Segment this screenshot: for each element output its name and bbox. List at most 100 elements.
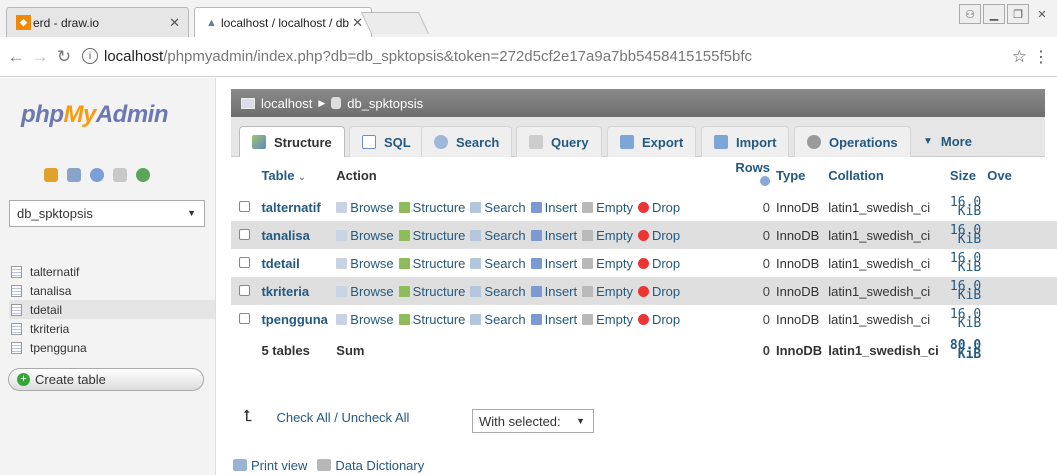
action-search-link[interactable]: Search — [470, 200, 526, 215]
row-size[interactable]: 16.0 KiB — [946, 277, 985, 305]
tree-item-tanalisa[interactable]: tanalisa — [9, 281, 215, 300]
browser-tab-phpmyadmin[interactable]: ▲ localhost / localhost / db ✕ — [194, 7, 372, 37]
action-structure-link[interactable]: Structure — [398, 228, 465, 243]
reload-navigation-icon[interactable] — [136, 168, 150, 182]
column-header-collation[interactable]: Collation — [825, 157, 947, 193]
action-empty-link[interactable]: Empty — [582, 256, 633, 271]
action-empty-link[interactable]: Empty — [582, 200, 633, 215]
action-drop-link[interactable]: Drop — [637, 256, 680, 271]
action-browse-link[interactable]: Browse — [336, 228, 394, 243]
action-structure-link[interactable]: Structure — [398, 200, 465, 215]
tree-item-talternatif[interactable]: talternatif — [9, 262, 215, 281]
action-browse-link[interactable]: Browse — [336, 256, 394, 271]
action-drop-link[interactable]: Drop — [637, 228, 680, 243]
check-all-link[interactable]: Check All / Uncheck All — [276, 410, 409, 425]
browser-menu-icon[interactable]: ⋮ — [1033, 47, 1049, 67]
action-structure-link[interactable]: Structure — [398, 312, 465, 327]
home-icon[interactable] — [44, 168, 58, 182]
action-browse-link[interactable]: Browse — [336, 200, 394, 215]
with-selected-select[interactable]: With selected: ▼ — [472, 409, 594, 433]
sql-icon — [362, 135, 376, 149]
structure-icon — [398, 229, 410, 241]
tab-import[interactable]: Import — [701, 126, 790, 157]
action-empty-link[interactable]: Empty — [582, 228, 633, 243]
table-name-link[interactable]: tkriteria — [258, 277, 334, 305]
action-browse-link[interactable]: Browse — [336, 284, 394, 299]
action-drop-link[interactable]: Drop — [637, 200, 680, 215]
action-insert-link[interactable]: Insert — [530, 312, 577, 327]
url-field[interactable]: i localhost/phpmyadmin/index.php?db=db_s… — [82, 41, 1057, 71]
table-tree: talternatif tanalisa tdetail tkriteria t… — [9, 262, 215, 357]
row-size[interactable]: 16.0 KiB — [946, 305, 985, 333]
database-select[interactable]: db_spktopsis ▼ — [9, 200, 205, 227]
column-header-type[interactable]: Type — [772, 157, 826, 193]
forward-arrow-icon[interactable]: → — [28, 47, 52, 67]
info-icon[interactable]: i — [82, 48, 98, 64]
action-search-link[interactable]: Search — [470, 256, 526, 271]
minimize-icon[interactable]: ▁ — [983, 4, 1005, 24]
table-name-link[interactable]: tpengguna — [258, 305, 334, 333]
tree-item-tdetail[interactable]: tdetail — [9, 300, 215, 319]
action-search-link[interactable]: Search — [470, 284, 526, 299]
browser-tab-drawio[interactable]: ◆ erd - draw.io ✕ — [6, 7, 189, 37]
row-checkbox[interactable] — [239, 256, 251, 268]
drop-icon — [637, 257, 649, 269]
bookmark-star-icon[interactable]: ☆ — [1012, 47, 1027, 67]
back-arrow-icon[interactable]: ← — [4, 47, 28, 67]
action-structure-link[interactable]: Structure — [398, 256, 465, 271]
row-checkbox[interactable] — [239, 228, 251, 240]
tab-query[interactable]: Query — [516, 126, 602, 157]
help-icon[interactable] — [90, 168, 104, 182]
action-insert-link[interactable]: Insert — [530, 284, 577, 299]
action-empty-link[interactable]: Empty — [582, 284, 633, 299]
empty-icon — [582, 201, 594, 213]
documentation-icon[interactable] — [113, 168, 127, 182]
row-checkbox[interactable] — [239, 200, 251, 212]
tab-operations[interactable]: Operations — [794, 126, 911, 157]
data-dictionary-link[interactable]: Data Dictionary — [317, 458, 424, 473]
action-browse-link[interactable]: Browse — [336, 312, 394, 327]
user-icon[interactable]: ⚇ — [959, 4, 981, 24]
action-drop-link[interactable]: Drop — [637, 312, 680, 327]
logout-icon[interactable] — [67, 168, 81, 182]
breadcrumb-server[interactable]: localhost — [261, 96, 312, 111]
reload-icon[interactable]: ↻ — [52, 47, 76, 67]
row-size[interactable]: 16.0 KiB — [946, 193, 985, 221]
breadcrumb-database[interactable]: db_spktopsis — [347, 96, 423, 111]
column-header-rows[interactable]: Rows — [732, 157, 773, 193]
row-checkbox[interactable] — [239, 284, 251, 296]
action-insert-link[interactable]: Insert — [530, 228, 577, 243]
row-size[interactable]: 16.0 KiB — [946, 221, 985, 249]
tab-structure[interactable]: Structure — [239, 126, 345, 157]
column-header-table[interactable]: Table ⌄ — [258, 157, 334, 193]
action-empty-link[interactable]: Empty — [582, 312, 633, 327]
tab-more[interactable]: ▼ More — [911, 126, 984, 157]
row-checkbox[interactable] — [239, 312, 251, 324]
tab-export[interactable]: Export — [607, 126, 697, 157]
restore-icon[interactable]: ❐ — [1007, 4, 1029, 24]
table-name-link[interactable]: tanalisa — [258, 221, 334, 249]
action-search-link[interactable]: Search — [470, 228, 526, 243]
phpmyadmin-logo[interactable]: phpMyAdmin — [21, 101, 169, 129]
column-header-size[interactable]: Size — [946, 157, 985, 193]
row-size[interactable]: 16.0 KiB — [946, 249, 985, 277]
close-icon[interactable]: ✕ — [352, 15, 363, 31]
tree-item-tpengguna[interactable]: tpengguna — [9, 338, 215, 357]
close-window-icon[interactable]: ✕ — [1031, 4, 1053, 24]
action-structure-link[interactable]: Structure — [398, 284, 465, 299]
action-insert-link[interactable]: Insert — [530, 256, 577, 271]
action-search-link[interactable]: Search — [470, 312, 526, 327]
action-insert-link[interactable]: Insert — [530, 200, 577, 215]
table-name-link[interactable]: talternatif — [258, 193, 334, 221]
table-name-link[interactable]: tdetail — [258, 249, 334, 277]
close-icon[interactable]: ✕ — [169, 15, 180, 31]
column-header-overhead[interactable]: Ove — [984, 157, 1057, 193]
new-tab-button[interactable] — [360, 12, 430, 34]
print-view-link[interactable]: Print view — [233, 458, 307, 473]
help-icon[interactable] — [759, 176, 770, 186]
tab-search[interactable]: Search — [421, 126, 513, 157]
action-drop-link[interactable]: Drop — [637, 284, 680, 299]
tree-item-tkriteria[interactable]: tkriteria — [9, 319, 215, 338]
create-table-button[interactable]: + Create table — [8, 368, 204, 391]
tab-sql[interactable]: SQL — [349, 126, 424, 157]
